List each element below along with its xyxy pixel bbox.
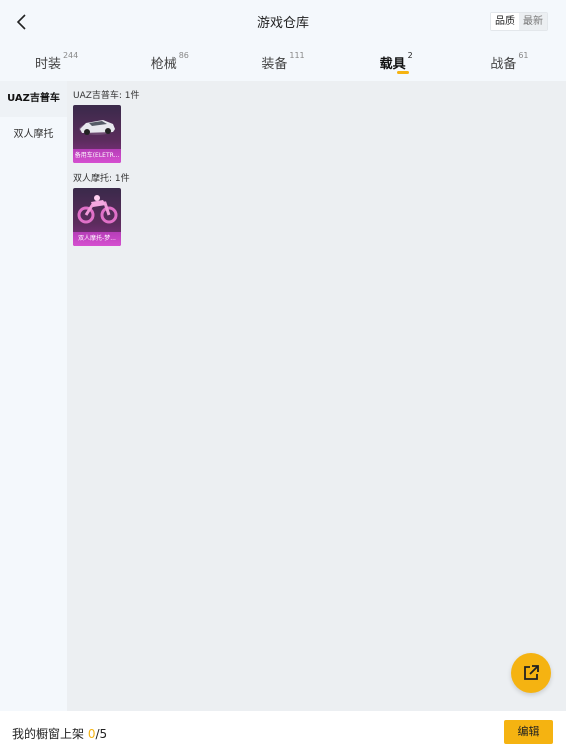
item-card-uaz[interactable]: 备用车(ELETR... [73, 105, 121, 163]
header: 游戏仓库 品质 最新 [0, 0, 566, 44]
sidebar-item-motorcycle[interactable]: 双人摩托 [0, 117, 67, 153]
external-link-icon [524, 665, 539, 680]
item-grid: UAZ吉普车: 1件 备用车(ELETR... 双人摩托: 1件 双人摩托-梦.… [67, 81, 566, 711]
item-caption: 双人摩托-梦... [73, 232, 121, 246]
sidebar-item-uaz-jeep[interactable]: UAZ吉普车 [0, 81, 67, 117]
page-title: 游戏仓库 [256, 16, 309, 31]
share-button[interactable] [511, 653, 551, 693]
tab-count: 111 [289, 51, 305, 60]
tab-count: 2 [407, 51, 413, 60]
bottom-bar: 我的橱窗上架 0/5 编辑 [0, 711, 566, 754]
tab-underline [397, 71, 410, 74]
tab-label: 时装 [34, 57, 61, 72]
tab-label: 枪械 [150, 57, 177, 72]
sort-toggle[interactable]: 品质 最新 [490, 12, 548, 31]
group-label-uaz: UAZ吉普车: 1件 [73, 91, 140, 101]
tab-label: 载具 [379, 57, 406, 72]
category-tabs: 时装244 枪械86 装备111 载具2 战备61 [0, 44, 566, 80]
edit-button[interactable]: 编辑 [504, 720, 553, 744]
tab-count: 86 [178, 51, 189, 60]
showcase-status: 我的橱窗上架 0/5 [12, 725, 107, 742]
group-label-motorcycle: 双人摩托: 1件 [73, 174, 130, 184]
tab-fashion[interactable]: 时装244 [0, 44, 113, 80]
sort-option-quality[interactable]: 品质 [491, 13, 519, 30]
tab-count: 61 [518, 51, 529, 60]
tab-equipment[interactable]: 装备111 [226, 44, 339, 80]
motorcycle-icon [77, 195, 118, 224]
tab-count: 244 [62, 51, 79, 60]
item-card-motorcycle[interactable]: 双人摩托-梦... [73, 188, 121, 246]
showcase-label: 我的橱窗上架 [12, 727, 88, 741]
showcase-total: /5 [95, 727, 108, 741]
tab-battle-prep[interactable]: 战备61 [453, 44, 566, 80]
item-caption: 备用车(ELETR... [73, 149, 121, 163]
tab-vehicles[interactable]: 载具2 [340, 44, 453, 80]
tab-label: 战备 [490, 57, 517, 72]
tab-weapons[interactable]: 枪械86 [113, 44, 226, 80]
tab-label: 装备 [261, 57, 288, 72]
car-icon [79, 120, 115, 135]
sort-option-latest[interactable]: 最新 [519, 13, 547, 30]
vehicle-sidebar: UAZ吉普车 双人摩托 [0, 81, 67, 711]
